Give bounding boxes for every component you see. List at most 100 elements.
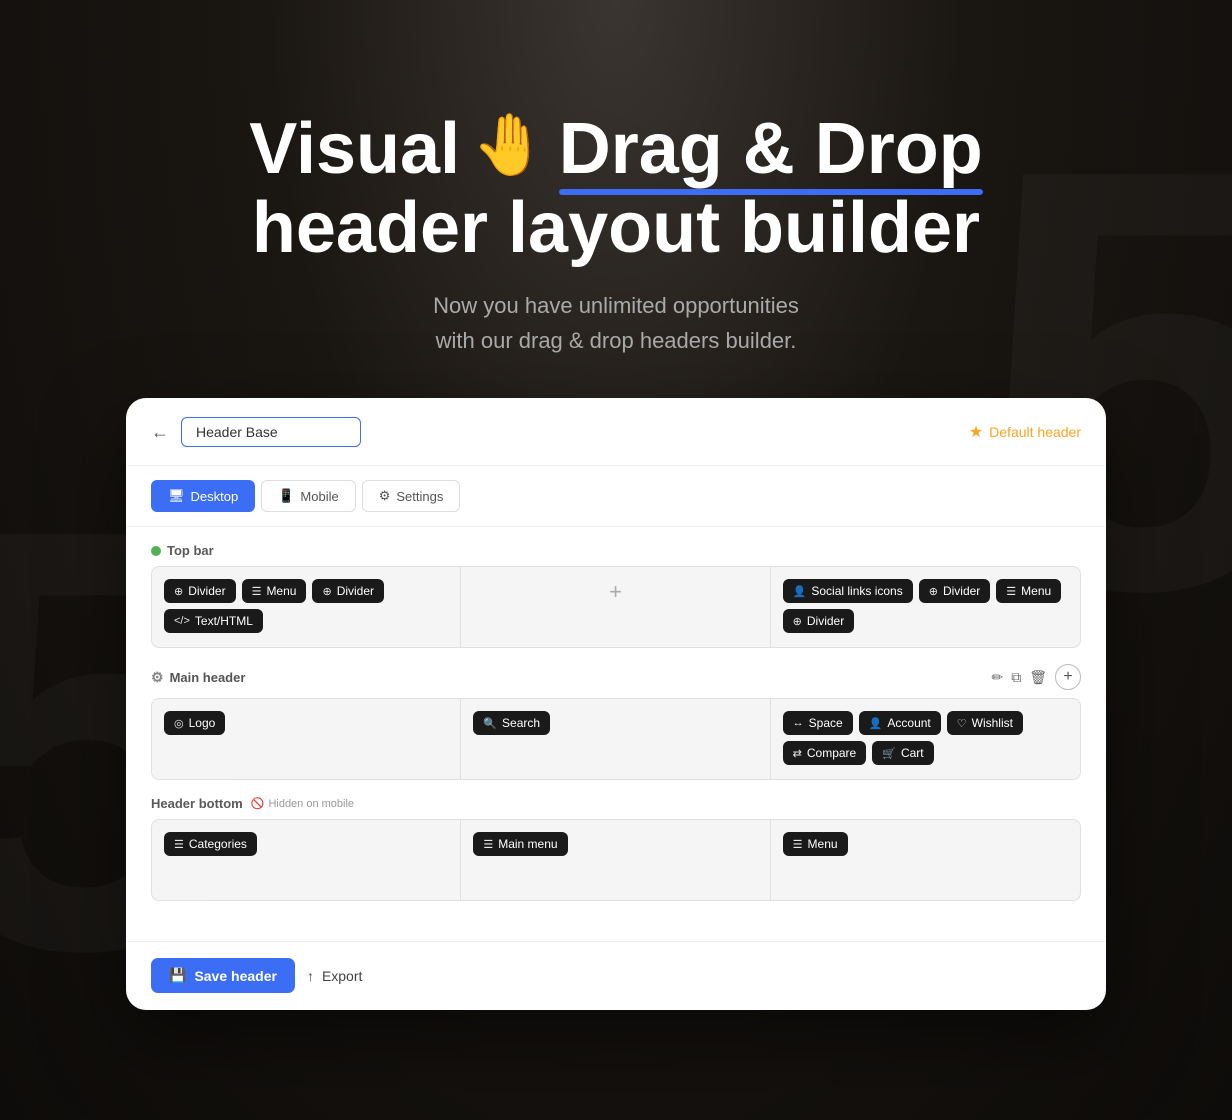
- tabs-row: 🖥 Desktop 📱 Mobile ⚙ Settings: [127, 466, 1105, 527]
- mainheader-label-row: ⚙ Main header: [151, 669, 245, 686]
- topbar-center-col: +: [461, 567, 770, 647]
- headerbottom-chip-mainmenu[interactable]: ☰ Main menu: [473, 832, 567, 856]
- topbar-chip-divider2[interactable]: ⊕ Divider: [312, 579, 384, 603]
- mainheader-right-col: ↔ Space 👤 Account ♡ Wishlist ⇄: [771, 699, 1080, 779]
- mainheader-chip-account[interactable]: 👤 Account: [859, 711, 941, 735]
- mainheader-chip-compare[interactable]: ⇄ Compare: [783, 741, 867, 765]
- chip-label: Social links icons: [811, 584, 902, 598]
- headerbottom-right-col: ☰ Menu: [771, 820, 1080, 900]
- duplicate-icon[interactable]: ⧉: [1011, 669, 1021, 686]
- trash-icon[interactable]: 🗑: [1029, 669, 1047, 686]
- topbar-chip-social[interactable]: 👤 Social links icons: [783, 579, 913, 603]
- space-icon: ↔: [793, 717, 804, 729]
- topbar-section-label: Top bar: [151, 543, 1081, 558]
- headerbottom-chip-categories[interactable]: ☰ Categories: [164, 832, 257, 856]
- mainheader-left-col: ◎ Logo: [152, 699, 461, 779]
- export-button[interactable]: ↑ Export: [307, 968, 362, 984]
- mainheader-section-header: ⚙ Main header ✏ ⧉ 🗑 +: [151, 664, 1081, 690]
- chip-label: Menu: [1021, 584, 1051, 598]
- hero-line1: Visual 🤚 Drag & Drop: [249, 110, 983, 189]
- tab-desktop[interactable]: 🖥 Desktop: [151, 480, 255, 512]
- menu-icon: ☰: [1006, 585, 1016, 598]
- save-label: Save header: [194, 968, 277, 984]
- mainheader-chip-logo[interactable]: ◎ Logo: [164, 711, 225, 735]
- headerbottom-row: ☰ Categories ☰ Main menu ☰ Menu: [151, 819, 1081, 901]
- drag-drop-text: Drag & Drop: [559, 110, 983, 189]
- header-name-input[interactable]: [181, 417, 361, 447]
- topbar-chip-menu2[interactable]: ☰ Menu: [996, 579, 1061, 603]
- headerbottom-center-col: ☰ Main menu: [461, 820, 770, 900]
- topbar-chip-menu[interactable]: ☰ Menu: [242, 579, 307, 603]
- mainheader-center-col: 🔍 Search: [461, 699, 770, 779]
- chip-label: Account: [887, 716, 930, 730]
- topbar-chip-divider3[interactable]: ⊕ Divider: [919, 579, 991, 603]
- chip-label: Space: [809, 716, 843, 730]
- topbar-chip-divider1[interactable]: ⊕ Divider: [164, 579, 236, 603]
- builder-card: ← ★ Default header 🖥 Desktop 📱 Mobile ⚙ …: [126, 398, 1106, 1010]
- account-icon: 👤: [869, 717, 883, 730]
- divider-icon: ⊕: [929, 585, 938, 598]
- chip-label: Divider: [188, 584, 225, 598]
- header-left: ←: [151, 417, 361, 447]
- topbar-active-dot: [151, 546, 161, 556]
- menu-icon: ☰: [252, 585, 262, 598]
- desktop-icon: 🖥: [168, 488, 185, 504]
- divider-icon: ⊕: [322, 585, 331, 598]
- tab-mobile[interactable]: 📱 Mobile: [261, 480, 355, 512]
- back-button[interactable]: ←: [151, 422, 169, 443]
- hero-line1-before: Visual: [249, 110, 460, 189]
- code-icon: </>: [174, 615, 190, 627]
- divider-icon: ⊕: [793, 615, 802, 628]
- topbar-left-col: ⊕ Divider ☰ Menu ⊕ Divider </> Text/HTML: [152, 567, 461, 647]
- export-label: Export: [322, 968, 362, 984]
- builder-body: Top bar ⊕ Divider ☰ Menu ⊕ Divider: [127, 527, 1105, 941]
- chip-label: Search: [502, 716, 540, 730]
- hero-subtitle: Now you have unlimited opportunities wit…: [433, 288, 799, 358]
- chip-label: Compare: [807, 746, 856, 760]
- card-footer: 💾 Save header ↑ Export: [127, 941, 1105, 1009]
- compare-icon: ⇄: [793, 747, 802, 760]
- hero-line2: header layout builder: [249, 189, 983, 268]
- save-header-button[interactable]: 💾 Save header: [151, 958, 295, 993]
- mainheader-chip-cart[interactable]: 🛒 Cart: [872, 741, 933, 765]
- mainheader-add-btn[interactable]: +: [1055, 664, 1081, 690]
- chip-label: Divider: [807, 614, 844, 628]
- mainheader-label: Main header: [170, 670, 246, 685]
- star-icon: ★: [969, 422, 983, 442]
- topbar-chip-divider4[interactable]: ⊕ Divider: [783, 609, 855, 633]
- mainheader-chip-wishlist[interactable]: ♡ Wishlist: [947, 711, 1023, 735]
- mainheader-chip-space[interactable]: ↔ Space: [783, 711, 853, 735]
- edit-icon[interactable]: ✏: [991, 669, 1003, 686]
- chip-label: Divider: [337, 584, 374, 598]
- divider-icon: ⊕: [174, 585, 183, 598]
- export-icon: ↑: [307, 968, 314, 984]
- chip-label: Menu: [808, 837, 838, 851]
- tab-settings[interactable]: ⚙ Settings: [362, 480, 461, 512]
- hand-icon: 🤚: [472, 112, 547, 178]
- mainheader-actions: ✏ ⧉ 🗑 +: [991, 664, 1081, 690]
- topbar-add-btn[interactable]: +: [473, 579, 757, 605]
- topbar-label: Top bar: [167, 543, 214, 558]
- mainheader-chip-search[interactable]: 🔍 Search: [473, 711, 550, 735]
- wishlist-icon: ♡: [957, 717, 967, 730]
- chip-label: Divider: [943, 584, 980, 598]
- topbar-chip-texthtml[interactable]: </> Text/HTML: [164, 609, 263, 633]
- tab-mobile-label: Mobile: [300, 489, 338, 504]
- page-content: Visual 🤚 Drag & Drop header layout build…: [0, 70, 1232, 1051]
- tab-settings-label: Settings: [396, 489, 443, 504]
- chip-label: Cart: [901, 746, 924, 760]
- chip-label: Text/HTML: [195, 614, 253, 628]
- eye-off-icon: 🚫: [251, 797, 265, 810]
- topbar-right-col: 👤 Social links icons ⊕ Divider ☰ Menu ⊕ …: [771, 567, 1080, 647]
- headerbottom-left-col: ☰ Categories: [152, 820, 461, 900]
- default-header-badge: ★ Default header: [969, 422, 1081, 442]
- chip-label: Main menu: [498, 837, 557, 851]
- hidden-label: Hidden on mobile: [268, 798, 354, 810]
- headerbottom-label: Header bottom: [151, 796, 243, 811]
- mainheader-row: ◎ Logo 🔍 Search ↔: [151, 698, 1081, 780]
- search-icon: 🔍: [483, 717, 497, 730]
- chip-label: Menu: [266, 584, 296, 598]
- default-header-label: Default header: [989, 424, 1081, 440]
- tab-desktop-label: Desktop: [191, 489, 239, 504]
- headerbottom-chip-menu[interactable]: ☰ Menu: [783, 832, 848, 856]
